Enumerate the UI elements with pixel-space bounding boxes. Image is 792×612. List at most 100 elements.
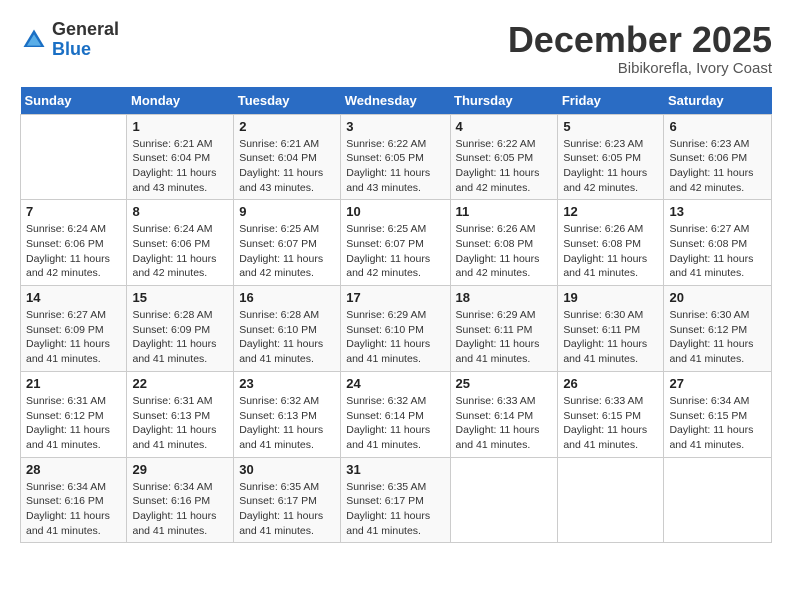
day-info: Sunrise: 6:35 AMSunset: 6:17 PMDaylight:… <box>239 480 335 539</box>
day-info: Sunrise: 6:26 AMSunset: 6:08 PMDaylight:… <box>456 222 553 281</box>
calendar-cell: 19Sunrise: 6:30 AMSunset: 6:11 PMDayligh… <box>558 286 664 372</box>
calendar-cell: 31 Sunrise: 6:35 AMSunset: 6:17 PMDayligh… <box>341 457 450 543</box>
calendar-cell: 13 Sunrise: 6:27 AMSunset: 6:08 PMDayligh… <box>664 200 772 286</box>
header-wednesday: Wednesday <box>341 87 450 115</box>
calendar-cell: 5Sunrise: 6:23 AMSunset: 6:05 PMDaylight… <box>558 114 664 200</box>
day-number: 11 <box>456 204 553 219</box>
day-number: 28 <box>26 462 121 477</box>
day-number: 14 <box>26 290 121 305</box>
day-info: Sunrise: 6:25 AMSunset: 6:07 PMDaylight:… <box>346 222 444 281</box>
week-row-2: 7 Sunrise: 6:24 AMSunset: 6:06 PMDaylight… <box>21 200 772 286</box>
calendar-cell: 29Sunrise: 6:34 AMSunset: 6:16 PMDayligh… <box>127 457 234 543</box>
calendar-cell: 21Sunrise: 6:31 AMSunset: 6:12 PMDayligh… <box>21 371 127 457</box>
calendar-cell: 30 Sunrise: 6:35 AMSunset: 6:17 PMDayligh… <box>234 457 341 543</box>
header-monday: Monday <box>127 87 234 115</box>
day-number: 21 <box>26 376 121 391</box>
calendar-cell: 4Sunrise: 6:22 AMSunset: 6:05 PMDaylight… <box>450 114 558 200</box>
day-number: 25 <box>456 376 553 391</box>
logo-general: General <box>52 20 119 40</box>
calendar-cell <box>558 457 664 543</box>
day-number: 24 <box>346 376 444 391</box>
header-sunday: Sunday <box>21 87 127 115</box>
day-info: Sunrise: 6:33 AMSunset: 6:15 PMDaylight:… <box>563 394 658 453</box>
calendar-table: SundayMondayTuesdayWednesdayThursdayFrid… <box>20 87 772 544</box>
calendar-cell: 11 Sunrise: 6:26 AMSunset: 6:08 PMDayligh… <box>450 200 558 286</box>
day-number: 8 <box>132 204 228 219</box>
day-number: 30 <box>239 462 335 477</box>
calendar-cell: 10 Sunrise: 6:25 AMSunset: 6:07 PMDayligh… <box>341 200 450 286</box>
day-number: 16 <box>239 290 335 305</box>
day-number: 20 <box>669 290 766 305</box>
day-number: 26 <box>563 376 658 391</box>
day-number: 19 <box>563 290 658 305</box>
day-number: 29 <box>132 462 228 477</box>
calendar-cell: 12 Sunrise: 6:26 AMSunset: 6:08 PMDayligh… <box>558 200 664 286</box>
week-row-4: 21Sunrise: 6:31 AMSunset: 6:12 PMDayligh… <box>21 371 772 457</box>
logo-blue: Blue <box>52 40 119 60</box>
day-info: Sunrise: 6:31 AMSunset: 6:13 PMDaylight:… <box>132 394 228 453</box>
day-info: Sunrise: 6:28 AMSunset: 6:09 PMDaylight:… <box>132 308 228 367</box>
calendar-cell: 1 Sunrise: 6:21 AMSunset: 6:04 PMDaylight… <box>127 114 234 200</box>
calendar-cell: 7Sunrise: 6:24 AMSunset: 6:06 PMDaylight… <box>21 200 127 286</box>
calendar-header-row: SundayMondayTuesdayWednesdayThursdayFrid… <box>21 87 772 115</box>
calendar-cell <box>21 114 127 200</box>
day-number: 12 <box>563 204 658 219</box>
logo-icon <box>20 26 48 54</box>
day-info: Sunrise: 6:29 AMSunset: 6:11 PMDaylight:… <box>456 308 553 367</box>
day-info: Sunrise: 6:30 AMSunset: 6:12 PMDaylight:… <box>669 308 766 367</box>
header-thursday: Thursday <box>450 87 558 115</box>
day-info: Sunrise: 6:27 AMSunset: 6:08 PMDaylight:… <box>669 222 766 281</box>
day-number: 13 <box>669 204 766 219</box>
calendar-cell: 3 Sunrise: 6:22 AMSunset: 6:05 PMDaylight… <box>341 114 450 200</box>
month-title: December 2025 <box>508 20 772 60</box>
day-number: 6 <box>669 119 766 134</box>
day-number: 10 <box>346 204 444 219</box>
day-number: 1 <box>132 119 228 134</box>
calendar-cell <box>450 457 558 543</box>
day-info: Sunrise: 6:21 AMSunset: 6:04 PMDaylight:… <box>239 137 335 196</box>
calendar-cell: 28Sunrise: 6:34 AMSunset: 6:16 PMDayligh… <box>21 457 127 543</box>
header-friday: Friday <box>558 87 664 115</box>
calendar-cell: 20 Sunrise: 6:30 AMSunset: 6:12 PMDayligh… <box>664 286 772 372</box>
header-tuesday: Tuesday <box>234 87 341 115</box>
calendar-cell: 2 Sunrise: 6:21 AMSunset: 6:04 PMDaylight… <box>234 114 341 200</box>
day-info: Sunrise: 6:32 AMSunset: 6:13 PMDaylight:… <box>239 394 335 453</box>
day-number: 18 <box>456 290 553 305</box>
day-number: 2 <box>239 119 335 134</box>
day-info: Sunrise: 6:35 AMSunset: 6:17 PMDaylight:… <box>346 480 444 539</box>
day-info: Sunrise: 6:24 AMSunset: 6:06 PMDaylight:… <box>132 222 228 281</box>
week-row-5: 28Sunrise: 6:34 AMSunset: 6:16 PMDayligh… <box>21 457 772 543</box>
day-info: Sunrise: 6:23 AMSunset: 6:06 PMDaylight:… <box>669 137 766 196</box>
day-info: Sunrise: 6:22 AMSunset: 6:05 PMDaylight:… <box>346 137 444 196</box>
day-number: 27 <box>669 376 766 391</box>
day-number: 22 <box>132 376 228 391</box>
day-number: 17 <box>346 290 444 305</box>
day-number: 3 <box>346 119 444 134</box>
calendar-cell: 18 Sunrise: 6:29 AMSunset: 6:11 PMDayligh… <box>450 286 558 372</box>
calendar-cell: 8 Sunrise: 6:24 AMSunset: 6:06 PMDaylight… <box>127 200 234 286</box>
day-info: Sunrise: 6:29 AMSunset: 6:10 PMDaylight:… <box>346 308 444 367</box>
title-block: December 2025 Bibikorefla, Ivory Coast <box>508 20 772 77</box>
calendar-cell: 23Sunrise: 6:32 AMSunset: 6:13 PMDayligh… <box>234 371 341 457</box>
day-number: 4 <box>456 119 553 134</box>
calendar-cell: 15Sunrise: 6:28 AMSunset: 6:09 PMDayligh… <box>127 286 234 372</box>
day-info: Sunrise: 6:28 AMSunset: 6:10 PMDaylight:… <box>239 308 335 367</box>
calendar-cell: 6 Sunrise: 6:23 AMSunset: 6:06 PMDaylight… <box>664 114 772 200</box>
day-info: Sunrise: 6:34 AMSunset: 6:15 PMDaylight:… <box>669 394 766 453</box>
day-info: Sunrise: 6:21 AMSunset: 6:04 PMDaylight:… <box>132 137 228 196</box>
day-info: Sunrise: 6:27 AMSunset: 6:09 PMDaylight:… <box>26 308 121 367</box>
day-info: Sunrise: 6:32 AMSunset: 6:14 PMDaylight:… <box>346 394 444 453</box>
day-number: 31 <box>346 462 444 477</box>
header-saturday: Saturday <box>664 87 772 115</box>
calendar-cell: 16 Sunrise: 6:28 AMSunset: 6:10 PMDayligh… <box>234 286 341 372</box>
calendar-cell: 14 Sunrise: 6:27 AMSunset: 6:09 PMDayligh… <box>21 286 127 372</box>
calendar-cell: 22 Sunrise: 6:31 AMSunset: 6:13 PMDayligh… <box>127 371 234 457</box>
day-number: 7 <box>26 204 121 219</box>
calendar-cell: 25Sunrise: 6:33 AMSunset: 6:14 PMDayligh… <box>450 371 558 457</box>
calendar-cell: 26 Sunrise: 6:33 AMSunset: 6:15 PMDayligh… <box>558 371 664 457</box>
day-number: 9 <box>239 204 335 219</box>
location: Bibikorefla, Ivory Coast <box>508 60 772 77</box>
day-info: Sunrise: 6:26 AMSunset: 6:08 PMDaylight:… <box>563 222 658 281</box>
logo: General Blue <box>20 20 119 60</box>
day-number: 5 <box>563 119 658 134</box>
